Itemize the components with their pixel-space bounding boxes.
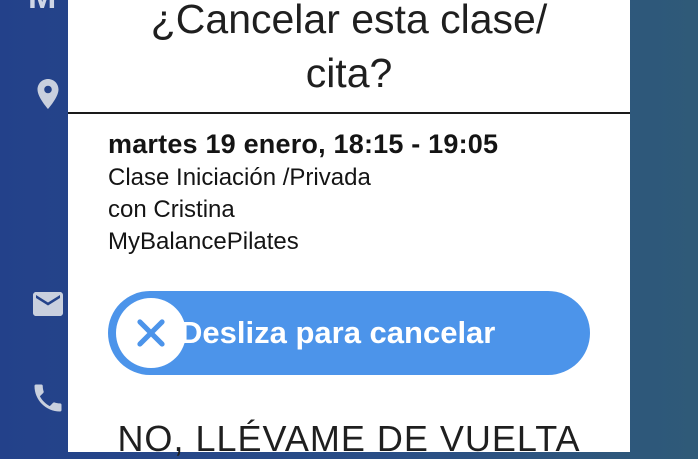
swipe-to-cancel-slider[interactable]: Desliza para cancelar <box>108 291 590 375</box>
phone-icon <box>30 380 66 416</box>
mail-icon <box>30 286 66 322</box>
title-divider <box>68 112 630 114</box>
background-header-fragment: M <box>28 0 56 17</box>
dialog-title: ¿Cancelar esta clase/ cita? <box>150 0 548 96</box>
cancel-dialog: ¿Cancelar esta clase/ cita? martes 19 en… <box>68 0 630 459</box>
appointment-instructor: con Cristina <box>108 196 235 223</box>
appointment-studio: MyBalancePilates <box>108 228 299 255</box>
appointment-date-time: martes 19 enero, 18:15 - 19:05 <box>108 129 499 159</box>
go-back-button[interactable]: NO, LLÉVAME DE VUELTA <box>68 419 630 459</box>
location-pin-icon <box>30 76 66 112</box>
appointment-class-name: Clase Iniciación /Privada <box>108 164 371 191</box>
close-icon <box>137 319 165 347</box>
slider-label: Desliza para cancelar <box>180 315 496 350</box>
slider-handle[interactable] <box>116 298 186 368</box>
appointment-details: martes 19 enero, 18:15 - 19:05 Clase Ini… <box>108 126 600 258</box>
